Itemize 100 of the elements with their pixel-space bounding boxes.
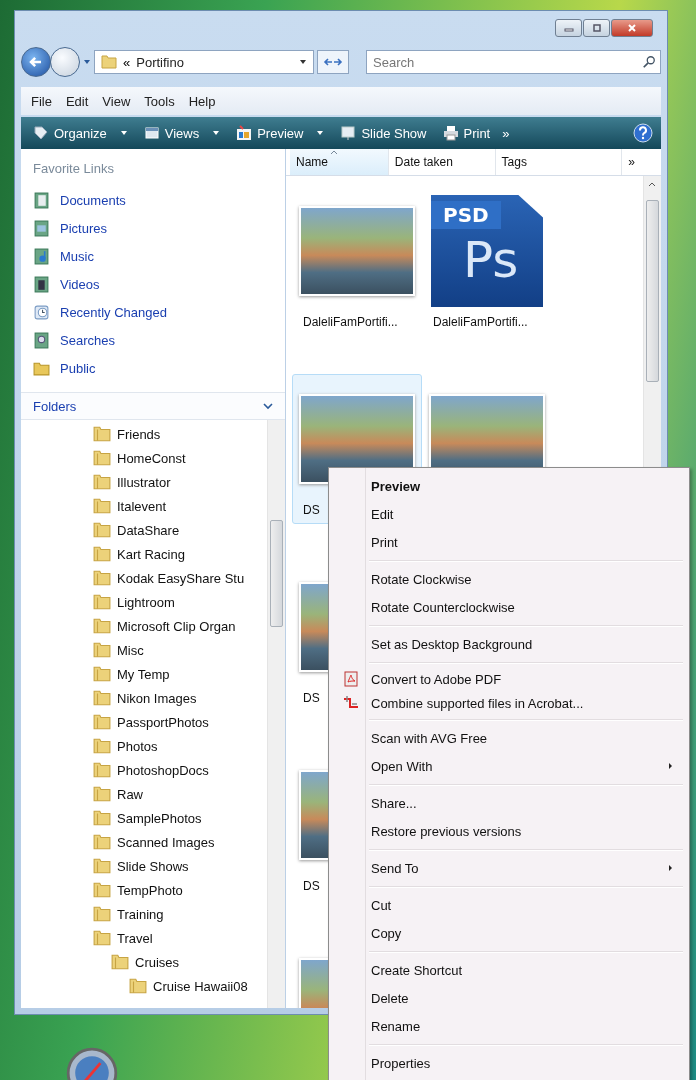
folder-icon [93,833,111,851]
folder-icon [101,54,117,70]
tree-item[interactable]: Misc [93,638,144,662]
menu-bar-item[interactable]: Help [188,93,216,109]
menu-item[interactable]: Restore previous versions [331,817,687,845]
search-icon [642,55,656,69]
tree-item[interactable]: DataShare [93,518,180,542]
tree-item[interactable]: Kart Racing [93,542,185,566]
tree-item[interactable]: Illustrator [93,470,171,494]
column-header[interactable]: » [622,149,661,175]
favorite-link[interactable]: Documents [33,186,126,214]
menu-item[interactable]: Copy [331,919,687,947]
file-name[interactable]: DS [303,879,320,893]
folders-header[interactable]: Folders [21,392,285,420]
file-name[interactable]: DS [303,691,320,705]
favorite-link[interactable]: Pictures [33,214,107,242]
folder-icon [93,905,111,923]
toolbar-button[interactable]: Slide Show [336,123,431,143]
menu-item[interactable]: Properties [331,1049,687,1077]
menu-item[interactable]: Cut [331,891,687,919]
file-name[interactable]: DS [303,503,320,517]
tree-item[interactable]: PassportPhotos [93,710,209,734]
menu-item[interactable]: Open With [331,752,687,780]
history-dropdown-icon[interactable] [83,58,91,66]
refresh-button[interactable] [317,50,349,74]
tree-item[interactable]: Italevent [93,494,167,518]
tree-item[interactable]: Nikon Images [93,686,197,710]
favorite-link[interactable]: Recently Changed [33,298,167,326]
printer-icon [442,125,459,141]
tree-item[interactable]: Lightroom [93,590,175,614]
tree-item[interactable]: Kodak EasyShare Stu [93,566,245,590]
more-button[interactable]: » [502,125,510,141]
favorite-link[interactable]: Music [33,242,94,270]
tree-item[interactable]: Raw [93,782,143,806]
menu-bar-item[interactable]: Edit [65,93,89,109]
folder-icon [93,761,111,779]
menu-bar-item[interactable]: File [31,93,52,109]
tree-item[interactable]: Scanned Images [93,830,215,854]
tree-item[interactable]: My Temp [93,662,170,686]
tree-item[interactable]: HomeConst [93,446,186,470]
file-name[interactable]: DaleliFamPortifi... [433,315,528,329]
tree-item[interactable]: Microsoft Clip Organ [93,614,236,638]
folder-icon [111,953,129,971]
menu-bar-item[interactable]: Tools [144,93,175,109]
submenu-arrow-icon [668,864,673,872]
tree-item[interactable]: Photos [93,734,158,758]
tree-item[interactable]: Cruise Hawaii08 [129,974,248,998]
document-icon [33,191,50,209]
tree-item[interactable]: PhotoshopDocs [93,758,209,782]
favorite-link[interactable]: Searches [33,326,115,354]
tree-item[interactable]: Cruises [111,950,180,974]
menu-item[interactable]: Print [331,528,687,556]
minimize-button[interactable] [555,19,582,37]
folder-icon [93,425,111,443]
menu-item[interactable]: Rename [331,1012,687,1040]
menu-item[interactable]: Create Shortcut [331,956,687,984]
folder-icon [93,737,111,755]
tree-item[interactable]: TempPhoto [93,878,183,902]
menu-bar-item[interactable]: View [102,93,131,109]
maximize-button[interactable] [583,19,610,37]
menu-item[interactable]: Combine supported files in Acrobat... [331,691,687,715]
tree-item[interactable]: SamplePhotos [93,806,202,830]
menu-item[interactable]: Rotate Clockwise [331,565,687,593]
tree-item[interactable]: Training [93,902,164,926]
toolbar-button[interactable]: Views [139,123,225,143]
toolbar-button[interactable]: Organize [29,123,132,143]
menu-item[interactable]: Set as Desktop Background [331,630,687,658]
menu-item[interactable]: Delete [331,984,687,1012]
folder-icon [93,689,111,707]
folder-icon [129,977,147,995]
folder-icon [93,809,111,827]
scrollbar-thumb[interactable] [270,520,283,627]
scrollbar[interactable] [267,420,285,1008]
tree-item[interactable]: Slide Shows [93,854,189,878]
toolbar-button[interactable]: Preview [232,123,329,143]
toolbar-button[interactable]: Print [438,123,495,143]
favorite-link[interactable]: Public [33,354,96,382]
file-name[interactable]: DaleliFamPortifi... [303,315,398,329]
help-icon[interactable] [633,123,653,143]
menu-item[interactable]: Rotate Counterclockwise [331,593,687,621]
address-field[interactable]: « Portifino [94,50,314,74]
search-field[interactable]: Search [366,50,661,74]
column-header[interactable]: Date taken [388,149,496,175]
back-button[interactable] [21,47,51,77]
folder-icon [93,497,111,515]
favorite-link[interactable]: Videos [33,270,100,298]
menu-item[interactable]: Share... [331,789,687,817]
tree-item[interactable]: Travel [93,926,153,950]
scroll-up-icon[interactable] [648,182,656,187]
folder-icon [93,881,111,899]
column-header[interactable]: Tags [495,149,623,175]
menu-item[interactable]: Send To [331,854,687,882]
menu-item[interactable]: Convert to Adobe PDF [331,667,687,691]
tree-item[interactable]: Friends [93,422,161,446]
scrollbar-thumb[interactable] [646,200,659,382]
folder-icon [93,593,111,611]
column-header[interactable]: Name [290,149,389,175]
forward-button[interactable] [50,47,80,77]
menu-item[interactable]: Scan with AVG Free [331,724,687,752]
close-button[interactable] [611,19,653,37]
